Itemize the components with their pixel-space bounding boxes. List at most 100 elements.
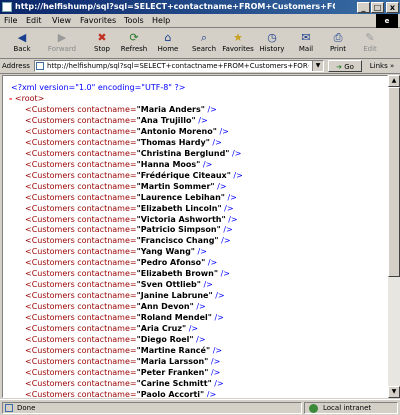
search-icon: ⌕ xyxy=(200,31,208,44)
edit-icon: ✎ xyxy=(365,31,375,44)
menu-file[interactable]: File xyxy=(4,15,17,27)
contactname-value: "Thomas Hardy" xyxy=(136,137,210,147)
stop-icon: ✖ xyxy=(97,31,107,44)
scroll-thumb[interactable] xyxy=(388,87,400,277)
menu-view[interactable]: View xyxy=(52,15,71,27)
xml-customer-line: <Customers contactname="Martin Sommer" /… xyxy=(25,181,227,192)
mail-button[interactable]: ✉ Mail xyxy=(288,31,324,57)
xml-customer-line: <Customers contactname="Martine Rancé" /… xyxy=(25,345,222,356)
forward-button[interactable]: ▶ Forward xyxy=(44,31,80,57)
xml-element-prefix: <Customers contactname= xyxy=(25,105,137,114)
xml-element-prefix: <Customers contactname= xyxy=(25,181,137,191)
xml-customer-line: <Customers contactname="Laurence Lebihan… xyxy=(25,192,237,203)
xml-element-suffix: /> xyxy=(210,367,221,377)
xml-customer-line: <Customers contactname="Francisco Chang"… xyxy=(25,235,231,246)
refresh-button[interactable]: ⟳ Refresh xyxy=(116,31,152,57)
ie-throbber-logo: e xyxy=(376,14,398,28)
vertical-scrollbar[interactable]: ▲ ▼ xyxy=(388,75,400,398)
menu-edit[interactable]: Edit xyxy=(26,15,42,27)
xml-element-suffix: /> xyxy=(207,258,218,268)
links-button[interactable]: Links » xyxy=(366,60,398,72)
close-button[interactable]: x xyxy=(386,2,399,13)
search-button[interactable]: ⌕ Search xyxy=(186,31,222,57)
menu-favorites[interactable]: Favorites xyxy=(80,15,116,27)
zone-text: Local intranet xyxy=(323,404,372,412)
xml-customer-line: <Customers contactname="Elizabeth Lincol… xyxy=(25,203,234,214)
contactname-value: "Victoria Ashworth" xyxy=(136,214,226,224)
xml-root-line: - <root> xyxy=(9,93,44,104)
menu-help[interactable]: Help xyxy=(152,15,170,27)
title-bar: http://helfishump/sql?sql=SELECT+contact… xyxy=(0,0,400,14)
back-button[interactable]: ◀ Back xyxy=(4,31,40,57)
edit-button[interactable]: ✎ Edit xyxy=(352,31,388,57)
scroll-down-button[interactable]: ▼ xyxy=(388,386,400,398)
xml-element-prefix: <Customers contactname= xyxy=(25,115,137,125)
xml-element-prefix: <Customers contactname= xyxy=(25,291,137,301)
xml-element-prefix: <Customers contactname= xyxy=(25,313,137,323)
status-text: Done xyxy=(17,404,36,412)
standard-toolbar: ◀ Back ▶ Forward ✖ Stop ⟳ Refresh ⌂ Home… xyxy=(0,29,400,59)
contactname-value: "Laurence Lebihan" xyxy=(136,192,225,202)
refresh-icon: ⟳ xyxy=(129,31,139,44)
xml-customer-line: <Customers contactname="Yang Wang" /> xyxy=(25,246,207,257)
maximize-button[interactable]: □ xyxy=(371,2,384,13)
xml-customer-line: <Customers contactname="Maria Larsson" /… xyxy=(25,356,220,367)
xml-element-prefix: <Customers contactname= xyxy=(25,159,137,169)
print-button[interactable]: ⎙ Print xyxy=(320,31,356,57)
xml-element-suffix: /> xyxy=(227,192,237,202)
favorites-button[interactable]: ★ Favorites xyxy=(220,31,256,57)
home-button[interactable]: ⌂ Home xyxy=(150,31,186,57)
xml-element-suffix: /> xyxy=(220,269,230,279)
page-icon xyxy=(36,62,44,70)
xml-element-suffix: /> xyxy=(202,159,213,169)
address-url[interactable]: http://helfishump/sql?sql=SELECT+contact… xyxy=(47,61,309,71)
address-input[interactable]: http://helfishump/sql?sql=SELECT+contact… xyxy=(34,60,324,72)
address-dropdown-icon[interactable]: ▼ xyxy=(312,61,323,71)
xml-element-prefix: <Customers contactname= xyxy=(25,137,137,147)
xml-element-prefix: <Customers contactname= xyxy=(25,367,137,377)
xml-content-pane: <?xml version="1.0" encoding="UTF-8" ?> … xyxy=(2,75,388,398)
xml-element-prefix: <Customers contactname= xyxy=(25,192,137,202)
contactname-value: "Hanna Moos" xyxy=(136,159,201,169)
menu-tools[interactable]: Tools xyxy=(124,15,144,27)
favorites-icon: ★ xyxy=(233,31,243,44)
xml-element-suffix: /> xyxy=(214,378,224,388)
collapse-root-toggle[interactable]: - xyxy=(9,94,12,103)
xml-element-prefix: <Customers contactname= xyxy=(25,203,137,213)
xml-element-prefix: <Customers contactname= xyxy=(25,258,137,268)
xml-element-prefix: <Customers contactname= xyxy=(25,389,137,398)
history-button[interactable]: ◷ History xyxy=(254,31,290,57)
go-button[interactable]: ➔ Go xyxy=(328,60,362,72)
contactname-value: "Patricio Simpson" xyxy=(136,225,221,235)
xml-root-tag: <root> xyxy=(14,94,45,103)
xml-element-prefix: <Customers contactname= xyxy=(25,302,137,312)
xml-element-suffix: /> xyxy=(197,247,207,257)
xml-customer-line: <Customers contactname="Frédérique Citea… xyxy=(25,170,243,181)
stop-button[interactable]: ✖ Stop xyxy=(84,31,120,57)
contactname-value: "Martine Rancé" xyxy=(136,345,211,355)
contactname-value: "Peter Franken" xyxy=(136,367,209,377)
go-arrow-icon: ➔ xyxy=(336,63,342,71)
xml-element-suffix: /> xyxy=(212,137,222,147)
scroll-up-button[interactable]: ▲ xyxy=(388,75,400,87)
xml-element-suffix: /> xyxy=(212,345,223,355)
page-done-icon xyxy=(5,404,13,412)
contactname-value: "Sven Ottlieb" xyxy=(136,280,201,290)
xml-customer-line: <Customers contactname="Diego Roel" /> xyxy=(25,334,206,345)
xml-element-suffix: /> xyxy=(207,105,217,114)
xml-customer-line: <Customers contactname="Peter Franken" /… xyxy=(25,367,220,378)
xml-element-prefix: <Customers contactname= xyxy=(25,269,137,279)
back-arrow-icon: ◀ xyxy=(17,31,27,44)
xml-customer-line: <Customers contactname="Christina Berglu… xyxy=(25,148,241,159)
xml-element-prefix: <Customers contactname= xyxy=(25,345,137,355)
minimize-button[interactable]: _ xyxy=(357,2,370,13)
forward-arrow-icon: ▶ xyxy=(57,31,67,44)
history-icon: ◷ xyxy=(267,31,277,44)
xml-customer-line: <Customers contactname="Janine Labrune" … xyxy=(25,290,225,301)
contactname-value: "Frédérique Citeaux" xyxy=(136,170,231,180)
ie-page-icon xyxy=(2,2,12,12)
xml-declaration: <?xml version="1.0" encoding="UTF-8" ?> xyxy=(11,83,186,92)
xml-element-prefix: <Customers contactname= xyxy=(25,148,137,158)
xml-element-prefix: <Customers contactname= xyxy=(25,356,137,366)
xml-customer-line: <Customers contactname="Elizabeth Brown"… xyxy=(25,268,230,279)
